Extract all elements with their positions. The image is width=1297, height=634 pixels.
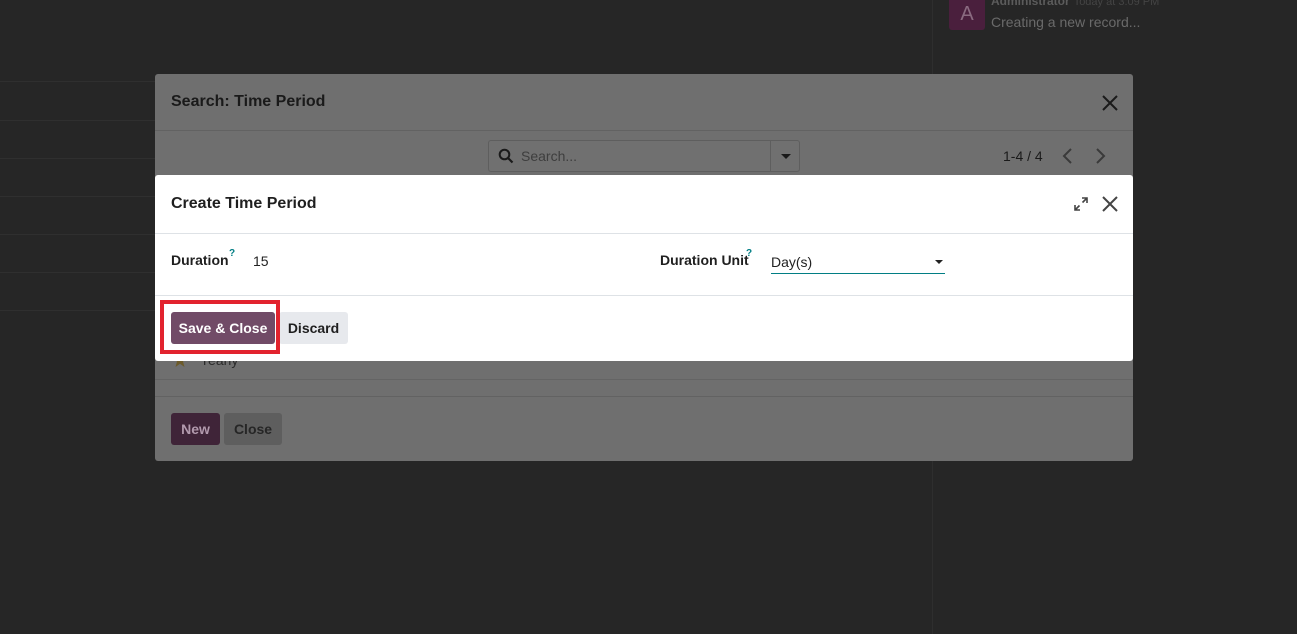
background-divider [0,272,155,273]
close-icon[interactable] [1099,193,1121,215]
close-button[interactable]: Close [224,413,282,445]
table-row-divider [155,379,1133,380]
search-box [488,140,800,172]
highlight-box [160,300,280,354]
background-divider [0,196,155,197]
chatter-author-name: Administrator [991,0,1070,8]
pager-value[interactable]: 1-4 / 4 [1003,148,1043,164]
new-button[interactable]: New [171,413,220,445]
create-dialog-title: Create Time Period [171,195,317,212]
caret-down-icon[interactable] [935,260,943,264]
background-divider [0,120,155,121]
duration-unit-value[interactable]: Day(s) [771,254,812,270]
help-icon[interactable]: ? [746,248,752,259]
expand-icon[interactable] [1073,196,1089,212]
duration-field[interactable]: 15 [253,253,269,269]
chevron-left-icon[interactable] [1055,143,1081,169]
background-divider [0,158,155,159]
duration-unit-label: Duration Unit [660,252,749,268]
help-icon[interactable]: ? [229,248,235,259]
create-dialog-footer-divider [155,295,1133,296]
duration-label: Duration [171,252,229,268]
background-divider [0,234,155,235]
chatter-author: Administrator Today at 3:09 PM [991,0,1159,8]
create-dialog: Create Time Period Duration ? 15 Duratio… [155,175,1133,361]
search-dialog-title: Search: Time Period [171,93,326,110]
search-dialog-header: Search: Time Period [155,74,1133,131]
background-divider [0,310,155,311]
search-dialog-footer-divider [155,396,1133,397]
chevron-right-icon[interactable] [1087,143,1113,169]
background-divider [0,81,155,82]
chatter-note: Creating a new record... [991,14,1141,30]
close-icon[interactable] [1099,92,1121,114]
search-input[interactable] [521,141,766,171]
create-dialog-header: Create Time Period [155,175,1133,234]
discard-button[interactable]: Discard [279,312,348,344]
duration-unit-select[interactable]: Day(s) [771,249,945,274]
chatter-time: Today at 3:09 PM [1073,0,1160,8]
avatar: A [949,0,985,30]
chevron-down-icon[interactable] [770,141,799,171]
search-icon [498,148,514,164]
